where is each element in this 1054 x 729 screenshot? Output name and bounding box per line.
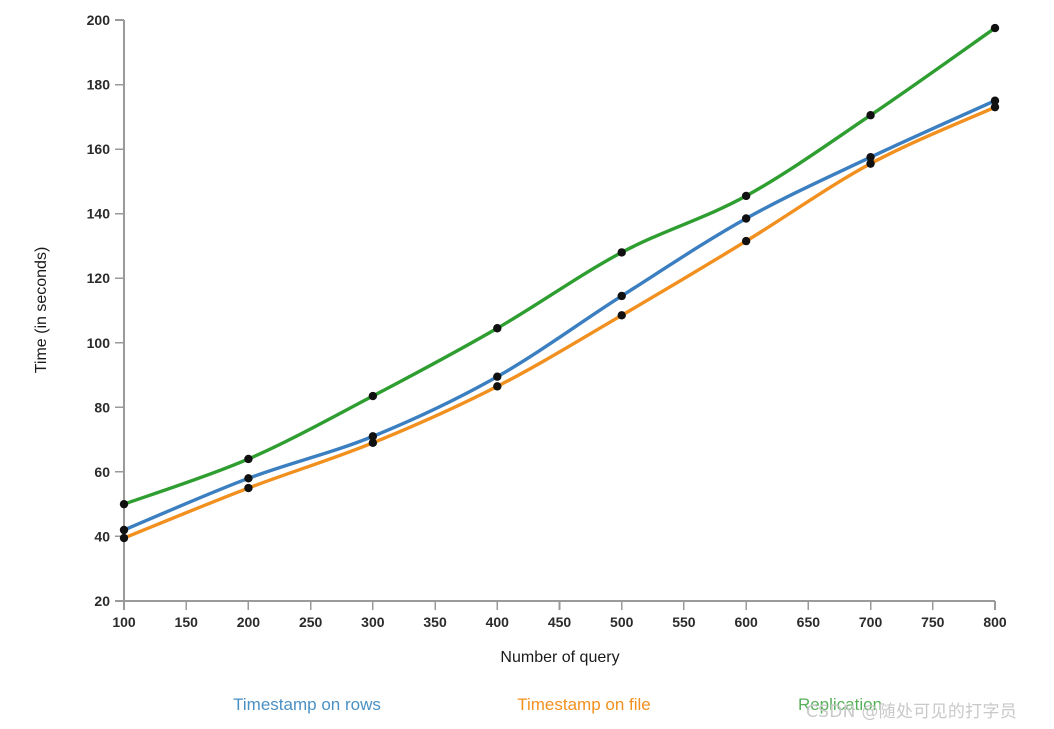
series-line-2 xyxy=(122,26,997,506)
data-point-marker xyxy=(493,324,502,333)
y-tick-label: 20 xyxy=(94,593,110,609)
data-point-marker xyxy=(866,111,875,120)
y-axis-title: Time (in seconds) xyxy=(33,247,50,374)
x-tick-label: 400 xyxy=(486,614,510,630)
legend-item-0[interactable]: Timestamp on rows xyxy=(233,695,381,714)
series-markers-group xyxy=(119,23,1000,543)
data-point-marker xyxy=(244,483,253,493)
y-tick-label: 160 xyxy=(87,141,111,157)
x-tick-label: 700 xyxy=(859,614,883,630)
x-tick-label: 450 xyxy=(548,614,572,630)
x-tick-label: 600 xyxy=(734,614,758,630)
data-point-marker xyxy=(119,499,129,509)
data-point-marker xyxy=(617,291,626,301)
data-point-marker xyxy=(617,311,626,320)
data-point-marker xyxy=(119,525,129,535)
data-point-marker xyxy=(990,23,1000,33)
x-axis-tick-labels: 100 150 200 250 300 350 400 450 500 550 600 650 700 7… xyxy=(112,614,1007,630)
x-tick-label: 500 xyxy=(610,614,634,630)
series-line-0 xyxy=(122,98,997,532)
x-axis-title: Number of query xyxy=(500,649,619,666)
x-axis-tickmarks xyxy=(123,601,996,610)
x-tick-label: 350 xyxy=(423,614,447,630)
chart-canvas: 20 40 60 80 100 120 140 160 180 200 100 150 200 250 3… xyxy=(33,12,1007,714)
data-point-marker xyxy=(368,391,378,401)
x-tick-label: 750 xyxy=(921,614,945,630)
series-line-1 xyxy=(122,105,997,540)
y-tick-label: 140 xyxy=(87,206,111,222)
x-tick-label: 800 xyxy=(983,614,1007,630)
x-tick-label: 550 xyxy=(672,614,696,630)
legend-item-1[interactable]: Timestamp on file xyxy=(517,695,651,714)
legend-item-2[interactable]: Replication xyxy=(798,695,882,714)
data-point-marker xyxy=(119,533,129,543)
series-lines-group xyxy=(122,26,997,540)
y-axis-tick-labels: 20 40 60 80 100 120 140 160 180 200 xyxy=(87,12,111,609)
data-point-marker xyxy=(493,372,502,381)
x-tick-label: 150 xyxy=(175,614,199,630)
axis-spines xyxy=(123,20,995,602)
y-axis-tickmarks xyxy=(115,19,124,602)
data-point-marker xyxy=(493,382,502,391)
y-tick-label: 200 xyxy=(87,12,111,28)
x-tick-label: 650 xyxy=(797,614,821,630)
data-point-marker xyxy=(741,236,751,246)
legend: Timestamp on rows Timestamp on file Replic… xyxy=(233,695,882,714)
data-point-marker xyxy=(244,454,253,464)
x-tick-label: 250 xyxy=(299,614,323,630)
data-point-marker xyxy=(866,159,875,168)
data-point-marker xyxy=(741,214,751,223)
data-point-marker xyxy=(244,474,253,483)
y-tick-label: 120 xyxy=(87,270,111,286)
y-tick-label: 80 xyxy=(94,399,110,415)
line-chart: 20 40 60 80 100 120 140 160 180 200 100 150 200 250 3… xyxy=(0,0,1054,729)
y-tick-label: 100 xyxy=(87,335,111,351)
data-point-marker xyxy=(368,438,378,448)
y-tick-label: 180 xyxy=(87,77,111,93)
data-point-marker xyxy=(741,191,751,201)
y-tick-label: 40 xyxy=(94,528,110,544)
data-point-marker xyxy=(990,102,1000,112)
x-tick-label: 100 xyxy=(112,614,136,630)
x-tick-label: 300 xyxy=(361,614,385,630)
y-tick-label: 60 xyxy=(94,464,110,480)
data-point-marker xyxy=(617,248,626,257)
x-tick-label: 200 xyxy=(237,614,261,630)
